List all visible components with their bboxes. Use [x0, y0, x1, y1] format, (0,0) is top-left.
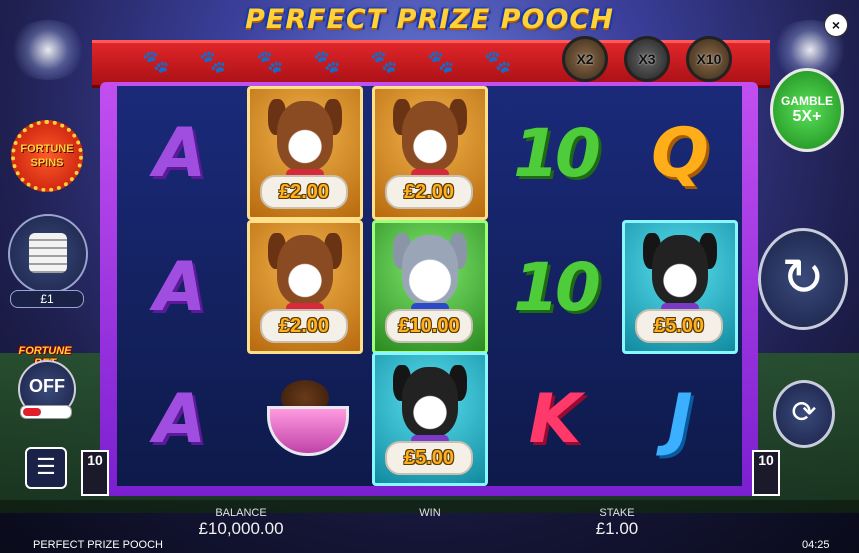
symbol-a: A — [153, 247, 207, 327]
symbol-k: K — [528, 379, 582, 459]
stake-button[interactable] — [8, 214, 88, 294]
spin-button[interactable]: ↻ — [758, 228, 848, 330]
prize-bone-label: £5.00 — [385, 441, 473, 475]
symbol-a: A — [153, 379, 207, 459]
reel-cell: A — [120, 354, 240, 484]
reel-cell: Q — [620, 88, 740, 218]
gamble-label: GAMBLE — [781, 94, 833, 108]
paylines-indicator-right: 10 — [752, 450, 780, 496]
coin-stack-icon — [29, 233, 67, 273]
multiplier-x10-medal: X10 — [686, 36, 732, 82]
dog-prize-symbol: £5.00 — [622, 220, 738, 354]
reel-grid: A A A £2.00 £2.00 £2.00 £10.00 £5.00 10 10 K Q £5.00… — [117, 86, 742, 486]
footer-game-title: PERFECT PRIZE POOCH — [33, 539, 163, 551]
gamble-multiplier: 5X+ — [792, 108, 822, 125]
prize-bone-label: £2.00 — [260, 309, 348, 343]
multiplier-x3-medal: X3 — [624, 36, 670, 82]
reel-5: Q £5.00 J — [620, 86, 740, 486]
reel-cell: £2.00 — [245, 86, 365, 220]
menu-button[interactable]: ☰ — [25, 447, 67, 489]
reel-2: £2.00 £2.00 — [245, 86, 365, 486]
game-title: PERFECT PRIZE POOCH — [245, 4, 614, 35]
stake-value: £1.00 — [595, 519, 639, 538]
prize-bone-label: £5.00 — [635, 309, 723, 343]
paw-icon: 🐾 — [370, 49, 398, 74]
fortune-spins-label: FORTUNE SPINS — [20, 143, 74, 169]
autoplay-button[interactable]: ⟳ — [773, 380, 835, 448]
prize-bone-label: £2.00 — [260, 175, 348, 209]
dog-face-icon — [277, 101, 333, 171]
paw-icon: 🐾 — [427, 49, 455, 74]
paw-icon: 🐾 — [199, 49, 227, 74]
symbol-10: 10 — [513, 248, 601, 326]
symbol-q: Q — [651, 113, 709, 193]
paw-icon: 🐾 — [256, 49, 284, 74]
reel-cell: £5.00 — [620, 220, 740, 354]
reel-1: AAA — [120, 86, 240, 486]
reel-cell: £10.00 — [370, 220, 490, 354]
prize-bone-label: £2.00 — [385, 175, 473, 209]
multiplier-x2-medal: X2 — [562, 36, 608, 82]
reel-cell: 10 — [495, 222, 615, 352]
dog-face-icon — [402, 235, 458, 305]
paw-track: 🐾 🐾 🐾 🐾 🐾 🐾 🐾 — [142, 49, 512, 75]
paw-icon: 🐾 — [142, 49, 170, 74]
paw-icon: 🐾 — [313, 49, 341, 74]
close-button[interactable]: × — [824, 13, 848, 37]
dog-prize-symbol: £2.00 — [247, 86, 363, 220]
win-label: WIN — [419, 507, 441, 519]
dog-face-icon — [402, 367, 458, 437]
reel-cell: £2.00 — [245, 220, 365, 354]
reel-cell: £2.00 — [370, 86, 490, 220]
gamble-button[interactable]: GAMBLE 5X+ — [770, 68, 844, 152]
prize-bone-label: £10.00 — [385, 309, 473, 343]
stake-label: STAKE — [599, 507, 635, 519]
fortune-bet-state: OFF — [29, 376, 65, 396]
dog-prize-symbol: £5.00 — [372, 352, 488, 486]
reel-cell: K — [495, 354, 615, 484]
dog-bowl-icon — [265, 374, 349, 464]
fortune-spins-button[interactable]: FORTUNE SPINS — [11, 120, 83, 192]
reel-cell: J — [620, 354, 740, 484]
stake-stat: STAKE £1.00 — [567, 507, 667, 539]
bowl-dish — [267, 406, 349, 456]
dog-face-icon — [652, 235, 708, 305]
reel-cell: £5.00 — [370, 352, 490, 486]
paylines-indicator-left: 10 — [81, 450, 109, 496]
symbol-10: 10 — [513, 114, 601, 192]
reel-cell: A — [120, 222, 240, 352]
reel-4: 10 10 K — [495, 86, 615, 486]
coin-value-badge: £1 — [10, 290, 84, 308]
paw-icon: 🐾 — [484, 49, 512, 74]
fortune-bet-toggle[interactable] — [20, 405, 72, 419]
symbol-j: J — [667, 379, 693, 459]
balance-value: £10,000.00 — [198, 519, 284, 538]
symbol-a: A — [153, 113, 207, 193]
reel-cell — [245, 354, 365, 484]
reel-cell: A — [120, 88, 240, 218]
win-stat: WIN — [380, 507, 480, 519]
clock: 04:25 — [802, 539, 830, 551]
dog-prize-symbol: £2.00 — [247, 220, 363, 354]
balance-label: BALANCE — [215, 507, 267, 519]
balance-stat: BALANCE £10,000.00 — [191, 507, 291, 539]
reel-cell: 10 — [495, 88, 615, 218]
dog-face-icon — [402, 101, 458, 171]
reel-3: £2.00 £10.00 £5.00 — [370, 86, 490, 486]
dog-prize-symbol: £10.00 — [372, 220, 488, 354]
dog-prize-symbol: £2.00 — [372, 86, 488, 220]
dog-face-icon — [277, 235, 333, 305]
